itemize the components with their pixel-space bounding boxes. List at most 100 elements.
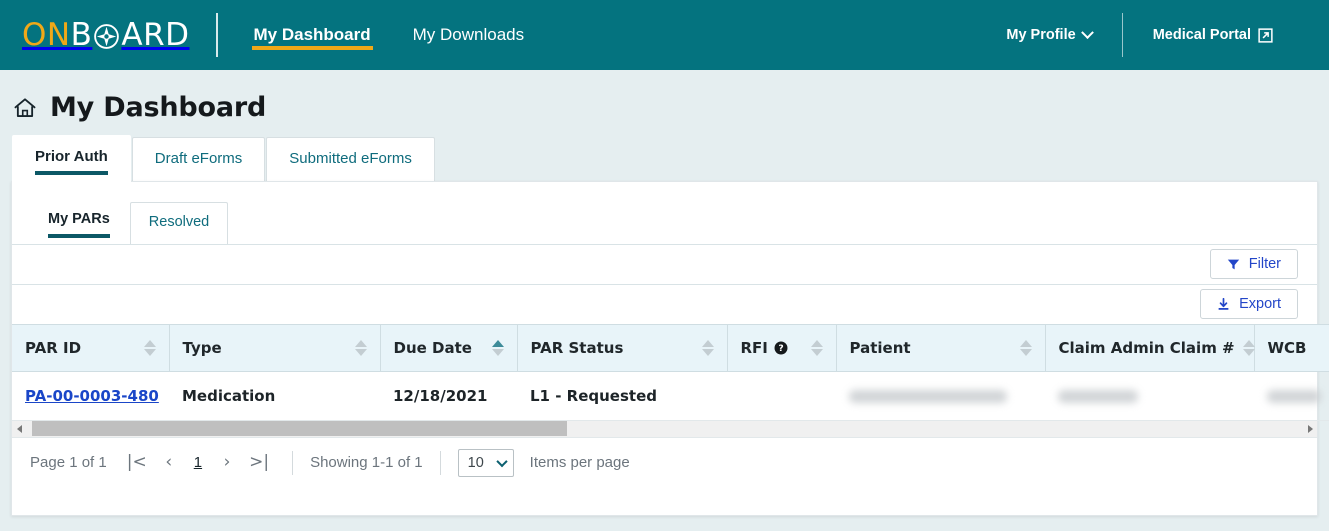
first-page-button[interactable]: |< xyxy=(121,447,153,479)
items-per-page-select[interactable]: 10 xyxy=(458,449,514,477)
redacted-patient-value xyxy=(849,390,1007,403)
tab-submitted-eforms-label: Submitted eForms xyxy=(289,150,412,167)
funnel-icon xyxy=(1227,258,1240,271)
logo-text-board: B ARD xyxy=(71,17,190,53)
page-header: My Dashboard xyxy=(0,70,1329,133)
main-tab-bar: Prior Auth Draft eForms Submitted eForms xyxy=(0,135,1329,181)
cell-type: Medication xyxy=(169,371,380,420)
primary-nav-links: My Dashboard My Downloads xyxy=(252,0,527,70)
logo-letter-b: B xyxy=(71,17,93,53)
tab-draft-eforms[interactable]: Draft eForms xyxy=(132,137,266,181)
table-header-row: PAR ID Type Due Date xyxy=(12,324,1329,371)
pars-table-head: PAR ID Type Due Date xyxy=(12,324,1329,371)
pagination-divider-1 xyxy=(292,451,293,475)
items-per-page-label: Items per page xyxy=(530,454,630,471)
svg-text:?: ? xyxy=(778,343,783,354)
cell-wcb xyxy=(1254,371,1329,420)
subtab-my-pars[interactable]: My PARs xyxy=(29,199,129,244)
column-header-par-status-label: PAR Status xyxy=(531,339,624,357)
tab-draft-eforms-label: Draft eForms xyxy=(155,150,243,167)
column-header-rfi[interactable]: RFI ? xyxy=(727,324,836,371)
logo-text-ard: ARD xyxy=(121,17,189,53)
question-mark-icon[interactable]: ? xyxy=(774,341,788,355)
scrollbar-track[interactable] xyxy=(26,421,1303,436)
top-navigation-bar: ON B ARD My Dashboard My Downloads My Pr… xyxy=(0,0,1329,70)
sort-toggle-par-status[interactable] xyxy=(702,340,714,356)
redacted-wcb-value xyxy=(1267,390,1321,403)
export-toolbar-row: Export xyxy=(12,284,1317,324)
next-page-button[interactable]: › xyxy=(211,447,243,479)
column-header-claim-admin-claim-label: Claim Admin Claim # xyxy=(1059,339,1235,357)
column-header-par-id-label: PAR ID xyxy=(25,339,81,357)
compass-rose-icon xyxy=(93,22,120,49)
sort-toggle-par-id[interactable] xyxy=(144,340,156,356)
last-page-button[interactable]: >| xyxy=(243,447,275,479)
horizontal-scrollbar[interactable] xyxy=(12,421,1317,438)
column-header-par-id[interactable]: PAR ID xyxy=(12,324,169,371)
cell-rfi xyxy=(727,371,836,420)
sort-toggle-type[interactable] xyxy=(355,340,367,356)
my-profile-menu[interactable]: My Profile xyxy=(976,27,1121,43)
export-button-label: Export xyxy=(1239,297,1281,312)
logo-text-on: ON xyxy=(22,17,71,53)
subtab-my-pars-label: My PARs xyxy=(48,211,110,227)
subtab-resolved[interactable]: Resolved xyxy=(130,202,228,244)
chevron-down-icon xyxy=(1081,26,1094,39)
table-row: PA-00-0003-480 Medication 12/18/2021 L1 … xyxy=(12,371,1329,420)
tab-submitted-eforms[interactable]: Submitted eForms xyxy=(266,137,435,181)
my-profile-label: My Profile xyxy=(1006,27,1075,43)
column-header-wcb-label: WCB xyxy=(1268,339,1307,357)
page-indicator-text: Page 1 of 1 xyxy=(30,454,107,471)
chevron-down-icon xyxy=(496,455,507,466)
filter-button-label: Filter xyxy=(1249,257,1281,272)
column-header-due-date-label: Due Date xyxy=(394,339,472,357)
column-header-par-status[interactable]: PAR Status xyxy=(517,324,727,371)
sort-toggle-patient[interactable] xyxy=(1020,340,1032,356)
pars-table-body: PA-00-0003-480 Medication 12/18/2021 L1 … xyxy=(12,371,1329,420)
pars-table: PAR ID Type Due Date xyxy=(12,324,1329,421)
sort-toggle-claim-admin-claim[interactable] xyxy=(1243,340,1255,356)
onboard-logo[interactable]: ON B ARD xyxy=(0,17,216,53)
sort-toggle-due-date[interactable] xyxy=(492,340,504,356)
nav-link-my-dashboard[interactable]: My Dashboard xyxy=(252,0,373,70)
redacted-claim-admin-claim-value xyxy=(1058,390,1138,403)
filter-button[interactable]: Filter xyxy=(1210,249,1298,280)
page-number-1[interactable]: 1 xyxy=(185,454,211,471)
par-id-link[interactable]: PA-00-0003-480 xyxy=(25,387,159,405)
external-link-icon xyxy=(1258,28,1273,43)
sort-toggle-rfi[interactable] xyxy=(811,340,823,356)
scroll-left-arrow-icon[interactable] xyxy=(12,425,26,433)
tab-prior-auth[interactable]: Prior Auth xyxy=(12,135,131,182)
medical-portal-link[interactable]: Medical Portal xyxy=(1123,27,1303,43)
nav-divider xyxy=(216,13,218,57)
sub-tab-bar: My PARs Resolved xyxy=(12,182,1317,244)
column-header-rfi-label: RFI xyxy=(741,339,768,357)
scroll-right-arrow-icon[interactable] xyxy=(1303,425,1317,433)
showing-range-text: Showing 1-1 of 1 xyxy=(310,454,423,471)
pagination-divider-2 xyxy=(440,451,441,475)
medical-portal-label: Medical Portal xyxy=(1153,27,1251,43)
nav-link-my-downloads-label: My Downloads xyxy=(413,25,525,45)
cell-patient xyxy=(836,371,1045,420)
column-header-claim-admin-claim[interactable]: Claim Admin Claim # xyxy=(1045,324,1254,371)
nav-link-my-downloads[interactable]: My Downloads xyxy=(411,0,527,70)
column-header-wcb[interactable]: WCB xyxy=(1254,324,1329,371)
column-header-due-date[interactable]: Due Date xyxy=(380,324,517,371)
prior-auth-panel: My PARs Resolved Filter Export xyxy=(11,181,1318,516)
cell-due-date: 12/18/2021 xyxy=(380,371,517,420)
pars-table-wrapper: PAR ID Type Due Date xyxy=(12,324,1317,421)
nav-right-group: My Profile Medical Portal xyxy=(976,0,1329,70)
column-header-type-label: Type xyxy=(183,339,222,357)
scrollbar-thumb[interactable] xyxy=(32,421,567,436)
filter-toolbar-row: Filter xyxy=(12,244,1317,284)
cell-par-status: L1 - Requested xyxy=(517,371,727,420)
column-header-patient-label: Patient xyxy=(850,339,911,357)
subtab-resolved-label: Resolved xyxy=(149,214,209,230)
column-header-patient[interactable]: Patient xyxy=(836,324,1045,371)
items-per-page-value: 10 xyxy=(468,455,484,471)
cell-claim-admin-claim xyxy=(1045,371,1254,420)
previous-page-button[interactable]: ‹ xyxy=(153,447,185,479)
pagination-bar: Page 1 of 1 |< ‹ 1 › >| Showing 1-1 of 1… xyxy=(12,438,1317,488)
export-button[interactable]: Export xyxy=(1200,289,1298,320)
column-header-type[interactable]: Type xyxy=(169,324,380,371)
